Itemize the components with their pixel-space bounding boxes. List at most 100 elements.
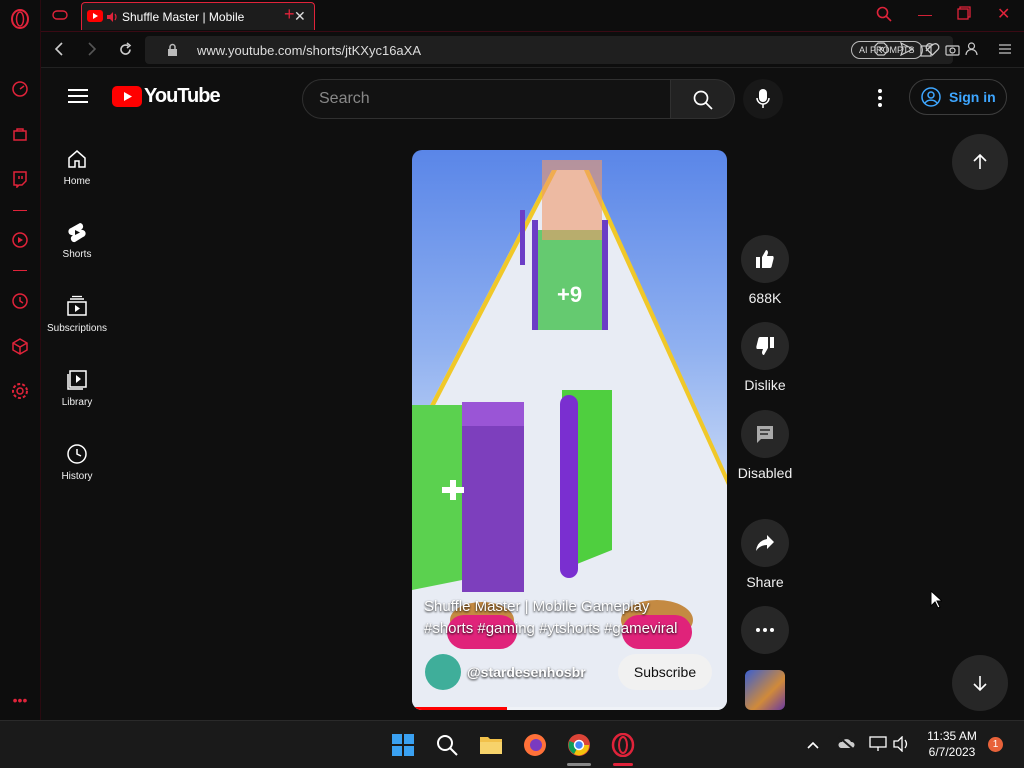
history-clock-icon[interactable] bbox=[10, 292, 30, 312]
comments-button[interactable]: Disabled bbox=[737, 410, 793, 482]
url-text[interactable]: www.youtube.com/shorts/jtKXyc16aXA bbox=[197, 43, 421, 58]
nav-home-label: Home bbox=[63, 176, 91, 187]
network-icon[interactable] bbox=[869, 736, 887, 757]
arrow-down-icon bbox=[973, 676, 987, 692]
share-button[interactable]: Share bbox=[741, 519, 789, 591]
search-taskbar-icon[interactable] bbox=[435, 733, 459, 757]
camera-icon[interactable] bbox=[945, 43, 960, 59]
more-dots-icon[interactable]: ••• bbox=[10, 690, 30, 710]
dislike-button[interactable]: Dislike bbox=[741, 322, 789, 394]
youtube-page: YouTube Search Sign in Home Shorts Subsc… bbox=[41, 68, 1024, 720]
channel-avatar[interactable] bbox=[425, 654, 461, 690]
firefox-icon[interactable] bbox=[523, 733, 547, 757]
opera-active-indicator bbox=[613, 763, 633, 766]
lock-icon[interactable] bbox=[167, 43, 178, 61]
progress-fill bbox=[412, 707, 507, 710]
nav-home[interactable]: Home bbox=[41, 148, 113, 187]
speaker-icon[interactable] bbox=[106, 10, 118, 28]
send-icon[interactable] bbox=[899, 41, 915, 59]
account-icon bbox=[921, 87, 941, 110]
youtube-logo[interactable]: YouTube bbox=[112, 85, 221, 108]
chrome-icon[interactable] bbox=[567, 733, 591, 757]
subscribe-button[interactable]: Subscribe bbox=[618, 654, 712, 690]
speed-dial-icon[interactable] bbox=[10, 80, 30, 100]
close-window-icon[interactable]: ✕ bbox=[997, 4, 1010, 24]
search-button[interactable] bbox=[671, 79, 735, 119]
overlay-plus-nine: +9 bbox=[557, 282, 583, 307]
subscriptions-icon bbox=[67, 295, 87, 316]
next-video-button[interactable] bbox=[952, 655, 1008, 711]
video-title-line1: Shuffle Master | Mobile Gameplay bbox=[424, 598, 650, 615]
profile-icon[interactable] bbox=[965, 42, 978, 59]
notification-badge[interactable]: 1 bbox=[988, 737, 1003, 752]
progress-track[interactable] bbox=[412, 707, 727, 710]
arrow-up-icon bbox=[973, 153, 987, 169]
history-icon bbox=[67, 444, 87, 464]
tray-chevron-icon[interactable] bbox=[806, 737, 820, 755]
restore-icon[interactable] bbox=[957, 6, 971, 25]
reload-icon[interactable] bbox=[118, 42, 133, 60]
dislike-label: Dislike bbox=[744, 377, 786, 393]
new-tab-icon[interactable]: + bbox=[284, 4, 295, 25]
search-input[interactable]: Search bbox=[302, 79, 671, 119]
search-tabs-icon[interactable] bbox=[876, 6, 892, 27]
comments-disabled-label: Disabled bbox=[737, 465, 793, 481]
close-tab-icon[interactable]: ✕ bbox=[294, 8, 306, 25]
back-icon[interactable] bbox=[53, 42, 65, 59]
opera-sidebar: ••• bbox=[0, 0, 41, 720]
settings-gear-icon[interactable] bbox=[10, 382, 30, 402]
mouse-cursor bbox=[930, 589, 944, 614]
sound-thumbnail[interactable] bbox=[745, 670, 785, 710]
sign-in-button[interactable]: Sign in bbox=[909, 79, 1007, 115]
nav-subscriptions[interactable]: Subscriptions bbox=[41, 295, 113, 334]
video-title-line2[interactable]: #shorts #gaming #ytshorts #gameviral bbox=[424, 620, 677, 637]
forward-icon[interactable] bbox=[86, 42, 98, 59]
search-placeholder: Search bbox=[319, 90, 370, 107]
comment-icon bbox=[757, 426, 773, 443]
shop-icon[interactable] bbox=[10, 125, 30, 145]
share-icon bbox=[756, 535, 774, 551]
gamepad-tab-icon[interactable] bbox=[52, 8, 68, 25]
nav-history-label: History bbox=[61, 471, 93, 482]
like-button[interactable]: 688K bbox=[741, 235, 789, 307]
logo-text: YouTube bbox=[144, 85, 221, 107]
nav-subscriptions-label: Subscriptions bbox=[46, 323, 108, 334]
nav-history[interactable]: History bbox=[41, 443, 113, 482]
settings-kebab-icon[interactable] bbox=[877, 88, 883, 113]
sign-in-label: Sign in bbox=[949, 89, 996, 105]
more-horizontal-icon bbox=[756, 628, 774, 632]
twitch-icon[interactable] bbox=[10, 170, 30, 190]
opera-logo-icon[interactable] bbox=[10, 9, 30, 29]
volume-icon[interactable] bbox=[893, 735, 911, 757]
like-count: 688K bbox=[748, 290, 782, 306]
active-tab[interactable]: Shuffle Master | Mobile ✕ bbox=[81, 2, 315, 30]
menu-icon[interactable] bbox=[68, 88, 88, 109]
minimize-icon[interactable]: — bbox=[918, 6, 932, 22]
opera-gx-taskbar-icon[interactable] bbox=[611, 732, 635, 758]
youtube-favicon-icon bbox=[87, 9, 103, 27]
adblock-icon[interactable] bbox=[874, 42, 888, 59]
nav-shorts[interactable]: Shorts bbox=[41, 221, 113, 260]
file-explorer-icon[interactable] bbox=[479, 733, 503, 757]
onedrive-offline-icon[interactable] bbox=[837, 736, 855, 755]
voice-search-button[interactable] bbox=[743, 79, 783, 119]
search-icon bbox=[693, 90, 713, 115]
clock-time[interactable]: 11:35 AM bbox=[922, 729, 982, 743]
shorts-video-player[interactable]: +9 Shuffle Master | Mobile Gameplay #sho… bbox=[412, 150, 727, 710]
player-icon[interactable] bbox=[10, 231, 30, 251]
home-icon bbox=[68, 150, 86, 168]
shorts-icon bbox=[68, 223, 86, 243]
clock-date[interactable]: 6/7/2023 bbox=[922, 745, 982, 759]
thumbs-up-icon bbox=[756, 250, 774, 268]
cube-icon[interactable] bbox=[10, 337, 30, 357]
url-field[interactable]: www.youtube.com/shorts/jtKXyc16aXA AI PR… bbox=[145, 36, 960, 64]
heart-icon[interactable] bbox=[925, 42, 940, 59]
nav-library[interactable]: Library bbox=[41, 369, 113, 408]
more-actions-button[interactable] bbox=[741, 606, 789, 654]
channel-name[interactable]: @stardesenhosbr bbox=[467, 664, 586, 680]
windows-taskbar: 11:35 AM 6/7/2023 1 bbox=[0, 720, 1024, 768]
windows-start-icon[interactable] bbox=[391, 733, 415, 757]
youtube-logo-icon bbox=[112, 86, 142, 107]
previous-video-button[interactable] bbox=[952, 134, 1008, 190]
easy-setup-icon[interactable] bbox=[998, 42, 1012, 59]
